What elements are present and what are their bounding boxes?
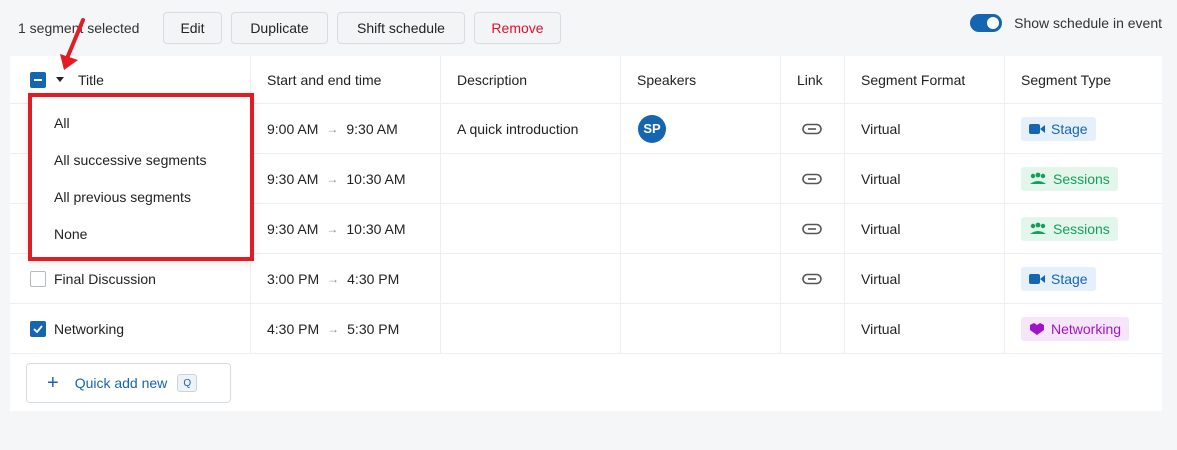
video-camera-icon xyxy=(1029,273,1045,284)
start-time: 4:30 PM xyxy=(267,320,320,337)
arrow-right-icon: → xyxy=(327,271,340,286)
speakers-cell: SP xyxy=(638,104,666,153)
annotation-arrow-icon xyxy=(60,18,85,70)
row-checkbox[interactable] xyxy=(30,270,46,287)
arrow-right-icon: → xyxy=(326,121,339,136)
end-time: 10:30 AM xyxy=(346,220,406,237)
select-menu-caret-icon[interactable] xyxy=(56,77,64,82)
segment-type-label: Networking xyxy=(1051,320,1122,337)
start-time: 9:00 AM xyxy=(267,120,319,137)
checkmark-icon xyxy=(33,324,43,333)
header-time: Start and end time xyxy=(267,71,382,88)
remove-button[interactable]: Remove xyxy=(474,12,561,44)
table-row[interactable]: Final Discussion 3:00 PM → 4:30 PM Virtual… xyxy=(10,254,1162,304)
end-time: 4:30 PM xyxy=(347,270,400,287)
link-cell xyxy=(802,154,822,203)
arrow-right-icon: → xyxy=(326,171,339,186)
link-cell xyxy=(802,104,822,153)
segment-type-badge: Sessions xyxy=(1021,216,1118,241)
header-title: Title xyxy=(78,71,104,88)
format-cell: Virtual xyxy=(861,320,901,337)
header-speakers: Speakers xyxy=(637,71,697,88)
link-icon[interactable] xyxy=(802,123,822,135)
link-icon[interactable] xyxy=(802,273,822,285)
row-checkbox[interactable] xyxy=(30,320,46,337)
start-time: 3:00 PM xyxy=(267,270,320,287)
toolbar: 1 segment selected Edit Duplicate Shift … xyxy=(0,0,1177,56)
link-icon[interactable] xyxy=(802,173,822,185)
time-cell: 9:00 AM → 9:30 AM xyxy=(267,104,398,153)
format-cell: Virtual xyxy=(861,120,901,137)
header-description: Description xyxy=(457,71,528,88)
quick-add-button[interactable]: + Quick add new Q xyxy=(26,363,231,403)
menu-item-all-successive[interactable]: All successive segments xyxy=(54,152,207,168)
link-cell xyxy=(802,254,822,303)
end-time: 5:30 PM xyxy=(347,320,400,337)
video-camera-icon xyxy=(1029,123,1045,134)
select-options-menu: All All successive segments All previous… xyxy=(28,93,254,261)
avatar[interactable]: SP xyxy=(638,114,666,143)
time-cell: 3:00 PM → 4:30 PM xyxy=(267,254,399,303)
people-group-icon xyxy=(1030,222,1046,234)
type-cell: Sessions xyxy=(1021,204,1118,253)
keyboard-shortcut-badge: Q xyxy=(177,374,198,392)
arrow-right-icon: → xyxy=(326,221,339,236)
quick-add-label: Quick add new xyxy=(74,375,168,391)
segment-title: Final Discussion xyxy=(54,270,156,287)
arrow-right-icon: → xyxy=(327,321,340,336)
segment-type-label: Stage xyxy=(1051,270,1088,287)
show-schedule-toggle-group: Show schedule in event xyxy=(970,14,1162,32)
segment-type-badge: Stage xyxy=(1021,116,1096,141)
link-icon[interactable] xyxy=(802,223,822,235)
table-row[interactable]: Networking 4:30 PM → 5:30 PM Virtual Netwo… xyxy=(10,304,1162,354)
segment-type-badge: Sessions xyxy=(1021,166,1118,191)
time-cell: 9:30 AM → 10:30 AM xyxy=(267,204,406,253)
start-time: 9:30 AM xyxy=(267,170,319,187)
type-cell: Stage xyxy=(1021,254,1096,303)
segment-type-label: Stage xyxy=(1051,120,1088,137)
handshake-icon xyxy=(1030,322,1044,335)
end-time: 10:30 AM xyxy=(346,170,406,187)
show-schedule-label: Show schedule in event xyxy=(1014,15,1162,31)
description-cell: A quick introduction xyxy=(457,120,579,137)
format-cell: Virtual xyxy=(861,170,901,187)
start-time: 9:30 AM xyxy=(267,220,319,237)
header-link: Link xyxy=(797,71,823,88)
select-all-checkbox[interactable] xyxy=(30,71,46,88)
end-time: 9:30 AM xyxy=(346,120,398,137)
edit-button[interactable]: Edit xyxy=(163,12,222,44)
segment-title: Networking xyxy=(54,320,125,337)
header-type: Segment Type xyxy=(1021,71,1112,88)
type-cell: Stage xyxy=(1021,104,1096,153)
segment-type-badge: Networking xyxy=(1021,316,1130,341)
header-format: Segment Format xyxy=(861,71,966,88)
menu-item-none[interactable]: None xyxy=(54,226,87,242)
plus-icon: + xyxy=(47,372,59,394)
title-cell: Networking xyxy=(30,304,124,353)
type-cell: Sessions xyxy=(1021,154,1118,203)
type-cell: Networking xyxy=(1021,304,1130,353)
time-cell: 4:30 PM → 5:30 PM xyxy=(267,304,399,353)
shift-schedule-button[interactable]: Shift schedule xyxy=(337,12,465,44)
link-cell xyxy=(802,204,822,253)
segment-type-badge: Stage xyxy=(1021,266,1096,291)
menu-item-all[interactable]: All xyxy=(54,115,70,131)
menu-item-all-previous[interactable]: All previous segments xyxy=(54,189,191,205)
time-cell: 9:30 AM → 10:30 AM xyxy=(267,154,406,203)
duplicate-button[interactable]: Duplicate xyxy=(231,12,328,44)
title-cell: Final Discussion xyxy=(30,254,156,303)
segment-type-label: Sessions xyxy=(1053,220,1110,237)
segment-type-label: Sessions xyxy=(1053,170,1110,187)
show-schedule-toggle[interactable] xyxy=(970,14,1003,32)
people-group-icon xyxy=(1030,172,1046,184)
format-cell: Virtual xyxy=(861,220,901,237)
format-cell: Virtual xyxy=(861,270,901,287)
